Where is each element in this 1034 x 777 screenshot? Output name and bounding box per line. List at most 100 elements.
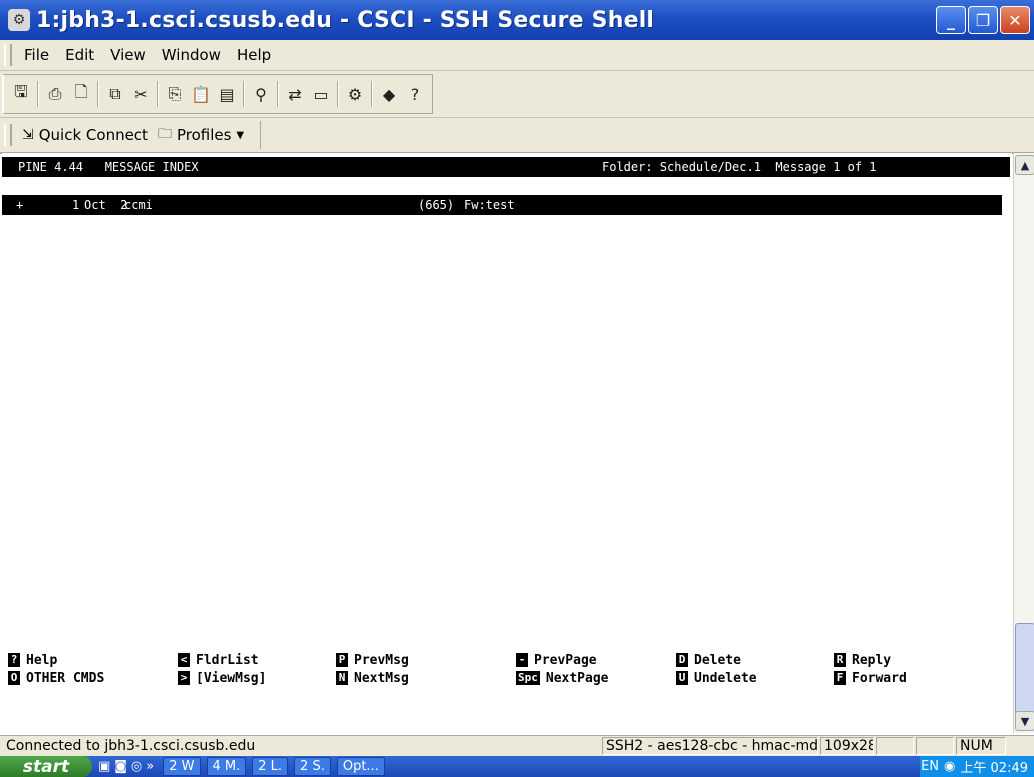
command-next-msg[interactable]: N NextMsg	[336, 669, 409, 687]
toolbar-separator	[277, 81, 279, 107]
file-transfer-icon[interactable]: ⇄	[283, 82, 307, 106]
command-label: PrevPage	[534, 652, 597, 668]
command-other-cmds[interactable]: O OTHER CMDS	[8, 669, 104, 687]
terminal-size: 109x28	[820, 737, 874, 755]
command-key: U	[676, 671, 688, 685]
menu-window[interactable]: Window	[154, 44, 229, 66]
toolbar-group: 🖫 ⎙ 🗋 ⧉ ✂ ⎘ 📋 ▤ ⚲ ⇄ ▭ ⚙ ◆ ?	[2, 74, 433, 114]
command-label: FldrList	[196, 652, 259, 668]
command-column: - PrevPage Spc NextPage	[516, 651, 609, 687]
command-label: Help	[26, 652, 58, 668]
message-row[interactable]: + 1 Oct 2 ccmi (665) Fw:test	[2, 195, 1002, 215]
find-icon[interactable]: ⚲	[249, 82, 273, 106]
paste-special-icon[interactable]: ▤	[215, 82, 239, 106]
language-indicator[interactable]: EN	[921, 759, 939, 774]
command-column: P PrevMsg N NextMsg	[336, 651, 409, 687]
disconnect-icon[interactable]: ✂	[129, 82, 153, 106]
pine-title: PINE 4.44 MESSAGE INDEX	[18, 160, 199, 174]
maximize-button[interactable]: ❐	[968, 6, 998, 34]
new-connection-icon[interactable]: ⧉	[103, 82, 127, 106]
print-icon[interactable]: ⎙	[43, 82, 67, 106]
menu-help[interactable]: Help	[229, 44, 279, 66]
new-terminal-icon[interactable]: ▭	[309, 82, 333, 106]
command-reply[interactable]: R Reply	[834, 651, 907, 669]
ssh-app-icon[interactable]: ⚙	[8, 9, 30, 31]
task-button[interactable]: 2 L.	[252, 757, 289, 776]
save-icon[interactable]: 🖫	[9, 82, 33, 106]
command-help[interactable]: ? Help	[8, 651, 104, 669]
pine-command-menu: ? Help O OTHER CMDS < FldrList > [ViewMsg] P…	[2, 651, 1010, 731]
command-delete[interactable]: D Delete	[676, 651, 757, 669]
toolbar-separator	[371, 81, 373, 107]
quick-launch: ▣ ◙ ◎ »	[92, 759, 160, 774]
quickbar-group: ⇲ Quick Connect 🗀 Profiles ▼	[16, 121, 262, 149]
command-key: P	[336, 653, 348, 667]
toolbar-separator	[337, 81, 339, 107]
print-preview-icon[interactable]: 🗋	[69, 82, 93, 106]
connection-status: Connected to jbh3-1.csci.csusb.edu	[6, 738, 256, 754]
quick-launch-icon[interactable]: ◎	[131, 759, 142, 774]
network-icon[interactable]: ◉	[944, 759, 955, 774]
quick-connect-bar: ⇲ Quick Connect 🗀 Profiles ▼	[0, 118, 1034, 154]
menu-file[interactable]: File	[16, 44, 57, 66]
settings-icon[interactable]: ⚙	[343, 82, 367, 106]
message-size: (665)	[418, 198, 455, 212]
scroll-up-icon[interactable]: ▲	[1015, 155, 1034, 175]
paste-icon[interactable]: 📋	[189, 82, 213, 106]
quick-connect-button[interactable]: ⇲ Quick Connect	[22, 126, 148, 144]
command-view-msg[interactable]: > [ViewMsg]	[178, 669, 266, 687]
message-status: +	[16, 198, 24, 212]
message-date: Oct 2	[84, 198, 128, 212]
start-button[interactable]: start	[0, 756, 92, 777]
copy-icon[interactable]: ⎘	[163, 82, 187, 106]
status-panel-empty	[876, 737, 914, 755]
close-button[interactable]: ✕	[1000, 6, 1030, 34]
quick-connect-icon: ⇲	[22, 127, 34, 143]
terminal-screen[interactable]: PINE 4.44 MESSAGE INDEX Folder: Schedule…	[2, 153, 1012, 733]
command-prev-page[interactable]: - PrevPage	[516, 651, 609, 669]
folder-icon: 🗀	[157, 126, 172, 142]
status-panel-empty	[916, 737, 954, 755]
menu-view[interactable]: View	[102, 44, 154, 66]
task-button[interactable]: 4 M.	[206, 757, 247, 776]
command-column: < FldrList > [ViewMsg]	[178, 651, 266, 687]
task-button[interactable]: 2 S.	[294, 757, 331, 776]
menu-edit[interactable]: Edit	[57, 44, 102, 66]
command-label: [ViewMsg]	[196, 670, 267, 686]
command-key: N	[336, 671, 348, 685]
command-key: Spc	[516, 671, 540, 685]
chevron-down-icon: ▼	[236, 129, 245, 141]
vertical-scrollbar[interactable]: ▲ ▼	[1013, 153, 1034, 733]
quick-launch-more-icon[interactable]: »	[146, 759, 154, 774]
menu-grip[interactable]	[4, 44, 12, 66]
status-bar: Connected to jbh3-1.csci.csusb.edu SSH2 …	[0, 735, 1034, 756]
quick-launch-icon[interactable]: ▣	[98, 759, 110, 774]
command-prev-msg[interactable]: P PrevMsg	[336, 651, 409, 669]
message-number: 1	[72, 198, 80, 212]
start-label: start	[22, 756, 70, 777]
command-next-page[interactable]: Spc NextPage	[516, 669, 609, 687]
command-forward[interactable]: F Forward	[834, 669, 907, 687]
toolbar-separator	[243, 81, 245, 107]
command-label: Undelete	[694, 670, 757, 686]
task-button[interactable]: Opt...	[336, 757, 385, 776]
task-button[interactable]: 2 W	[163, 757, 201, 776]
command-folder-list[interactable]: < FldrList	[178, 651, 266, 669]
profile-icon[interactable]: ◆	[377, 82, 401, 106]
quickbar-grip[interactable]	[4, 124, 12, 146]
quick-launch-icon[interactable]: ◙	[114, 759, 127, 774]
command-label: NextPage	[545, 670, 609, 686]
command-key: >	[178, 671, 190, 685]
profiles-button[interactable]: 🗀 Profiles ▼	[158, 123, 244, 147]
scroll-thumb[interactable]	[1015, 623, 1034, 715]
command-undelete[interactable]: U Undelete	[676, 669, 757, 687]
clock[interactable]: 上午 02:49	[960, 757, 1028, 776]
message-subject: Fw:test	[464, 198, 515, 212]
command-column: D Delete U Undelete	[676, 651, 757, 687]
command-key: -	[516, 653, 528, 667]
numlock-indicator: NUM	[956, 737, 1006, 755]
task-label: 4 M.	[212, 759, 241, 774]
help-icon[interactable]: ?	[403, 82, 427, 106]
minimize-button[interactable]: _	[936, 6, 966, 34]
scroll-down-icon[interactable]: ▼	[1015, 711, 1034, 731]
